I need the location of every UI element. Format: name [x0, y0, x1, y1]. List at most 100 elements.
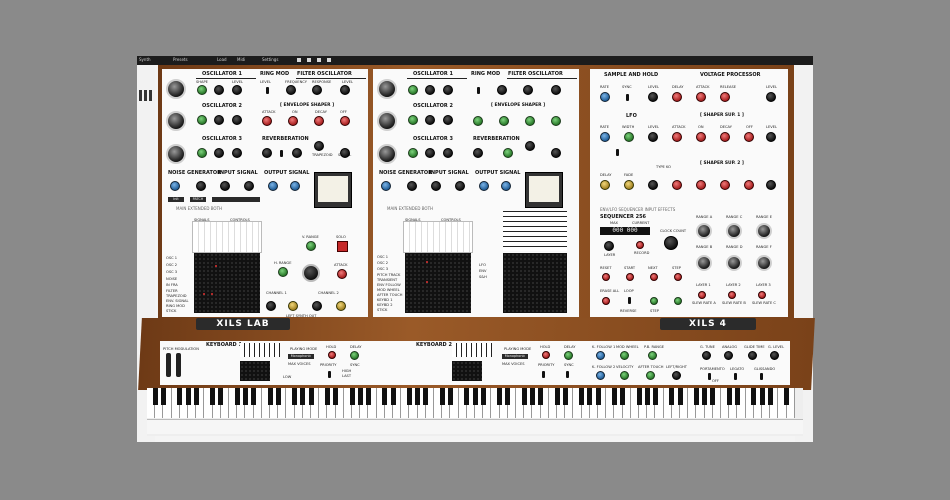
kb2-matrix[interactable] — [452, 361, 482, 381]
output-ch1-knob[interactable] — [268, 181, 278, 191]
kb2-playing-mode[interactable]: Monophonic — [502, 354, 528, 359]
black-key[interactable] — [357, 388, 363, 405]
black-key[interactable] — [242, 388, 248, 405]
osc1-level-knob[interactable] — [443, 85, 453, 95]
osc3-shape-knob[interactable] — [197, 148, 207, 158]
shaper2-decay-knob[interactable] — [720, 180, 730, 190]
black-key[interactable] — [193, 388, 199, 405]
input-ch1-knob[interactable] — [431, 181, 441, 191]
black-key[interactable] — [349, 388, 355, 405]
black-key[interactable] — [784, 388, 790, 405]
env-decay-knob[interactable] — [314, 116, 324, 126]
routing-grid[interactable] — [192, 221, 262, 253]
matrix-pin[interactable] — [426, 261, 428, 263]
sh-sync-toggle[interactable] — [626, 94, 629, 101]
grid-icon[interactable] — [139, 90, 152, 101]
shaper2-on-knob[interactable] — [696, 180, 706, 190]
kb1-priority-toggle[interactable] — [328, 371, 331, 378]
black-key[interactable] — [177, 388, 183, 405]
kb1-playing-mode[interactable]: Monophonic — [288, 354, 314, 359]
preset-display[interactable] — [212, 197, 260, 202]
vp-release-knob[interactable] — [720, 92, 730, 102]
kb1-hold-button[interactable] — [328, 351, 336, 359]
global-level-knob[interactable] — [770, 351, 779, 360]
osc3-level-knob[interactable] — [232, 148, 242, 158]
osc3-frequency-knob[interactable] — [166, 144, 186, 164]
slew-a-knob[interactable] — [698, 291, 706, 299]
piano-keyboard[interactable] — [147, 388, 803, 436]
random-icon[interactable] — [327, 58, 331, 62]
black-key[interactable] — [669, 388, 675, 405]
black-key[interactable] — [251, 388, 257, 405]
black-key[interactable] — [579, 388, 585, 405]
osc2-shape-level-knob[interactable] — [425, 115, 435, 125]
seq-edit-button[interactable] — [674, 297, 682, 305]
osc1-frequency-knob[interactable] — [377, 79, 397, 99]
clock-count-knob[interactable] — [664, 236, 678, 250]
black-key[interactable] — [464, 388, 470, 405]
osc1-frequency-knob[interactable] — [166, 79, 186, 99]
patch-matrix-2[interactable] — [503, 253, 567, 313]
osc2-level-knob[interactable] — [443, 115, 453, 125]
black-key[interactable] — [595, 388, 601, 405]
vp-level-knob[interactable] — [766, 92, 776, 102]
filter-response-knob[interactable] — [523, 85, 533, 95]
kb2-hold-button[interactable] — [542, 351, 550, 359]
matrix-pin[interactable] — [426, 281, 428, 283]
kb1-assign-grid[interactable] — [240, 343, 280, 357]
black-key[interactable] — [324, 388, 330, 405]
black-key[interactable] — [734, 388, 740, 405]
black-key[interactable] — [333, 388, 339, 405]
black-key[interactable] — [406, 388, 412, 405]
osc2-shape-knob[interactable] — [408, 115, 418, 125]
black-key[interactable] — [300, 388, 306, 405]
seq-step-button[interactable] — [674, 273, 682, 281]
routing-grid-right[interactable] — [503, 211, 567, 251]
black-key[interactable] — [620, 388, 626, 405]
toolbar-presets[interactable]: Presets — [173, 57, 188, 62]
range-d-knob[interactable] — [726, 255, 742, 271]
reverb-trapezoid-knob[interactable] — [314, 141, 324, 151]
pb-range-knob[interactable] — [648, 351, 657, 360]
osc3-shape-level-knob[interactable] — [425, 148, 435, 158]
toolbar-synth[interactable]: Synth — [139, 57, 151, 62]
shaper2-attack-knob[interactable] — [672, 180, 682, 190]
matrix-pin[interactable] — [211, 293, 213, 295]
vp-attack-knob[interactable] — [696, 92, 706, 102]
matrix-pin[interactable] — [203, 293, 205, 295]
k-follow2-knob[interactable] — [596, 371, 605, 380]
joystick[interactable] — [302, 264, 320, 282]
toolbar-load[interactable]: Load — [217, 57, 227, 62]
black-key[interactable] — [677, 388, 683, 405]
black-key[interactable] — [529, 388, 535, 405]
joystick-attack-knob[interactable] — [337, 269, 347, 279]
reverb-mix-knob[interactable] — [292, 148, 302, 158]
h-range-knob[interactable] — [278, 267, 288, 277]
patch-matrix-1[interactable] — [405, 253, 471, 313]
black-key[interactable] — [652, 388, 658, 405]
black-key[interactable] — [218, 388, 224, 405]
glissando-toggle[interactable] — [760, 373, 763, 380]
kb2-assign-grid[interactable] — [452, 343, 492, 357]
reverb-level-knob[interactable] — [473, 148, 483, 158]
black-key[interactable] — [267, 388, 273, 405]
layer-knob[interactable] — [604, 241, 614, 251]
slew-b-knob[interactable] — [728, 291, 736, 299]
env-off-knob[interactable] — [340, 116, 350, 126]
glide-time-knob[interactable] — [748, 351, 757, 360]
global-tune-knob[interactable] — [702, 351, 711, 360]
env-attack-knob[interactable] — [262, 116, 272, 126]
range-e-knob[interactable] — [756, 223, 772, 239]
left-right-knob[interactable] — [672, 371, 681, 380]
black-key[interactable] — [644, 388, 650, 405]
patch-button[interactable]: PATCH — [190, 197, 206, 202]
range-a-knob[interactable] — [696, 223, 712, 239]
osc1-level-knob[interactable] — [232, 85, 242, 95]
black-key[interactable] — [710, 388, 716, 405]
black-key[interactable] — [767, 388, 773, 405]
prev-icon[interactable] — [297, 58, 301, 62]
noise-colour-knob[interactable] — [170, 181, 180, 191]
black-key[interactable] — [447, 388, 453, 405]
black-key[interactable] — [521, 388, 527, 405]
black-key[interactable] — [693, 388, 699, 405]
